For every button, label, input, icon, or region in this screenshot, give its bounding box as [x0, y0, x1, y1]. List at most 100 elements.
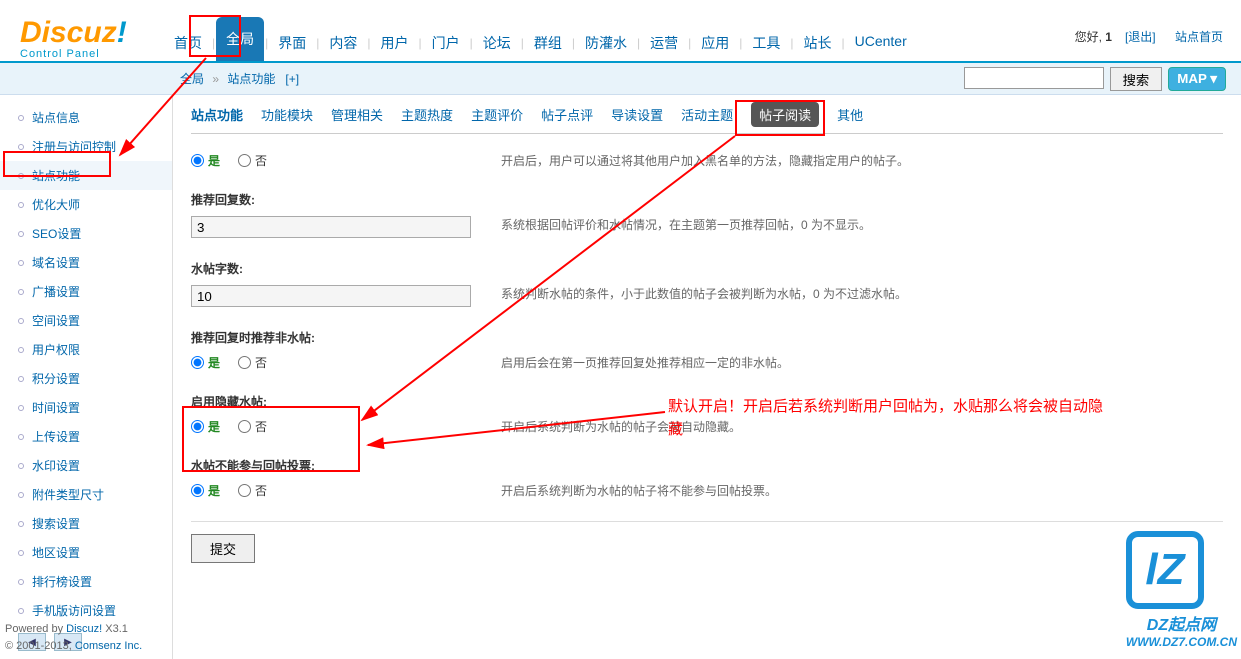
main-content: 站点功能功能模块管理相关主题热度主题评价帖子点评导读设置活动主题帖子阅读其他 是…: [173, 95, 1241, 659]
footer-discuz-link[interactable]: Discuz!: [66, 623, 102, 635]
sidebar-item-label: 广播设置: [32, 283, 80, 300]
sidebar-item-label: 水印设置: [32, 457, 80, 474]
bullet-icon: [18, 521, 24, 527]
label-reply-count: 推荐回复数:: [191, 191, 1223, 208]
sidebar: 站点信息注册与访问控制站点功能优化大师SEO设置域名设置广播设置空间设置用户权限…: [0, 95, 173, 659]
greeting: 您好,: [1075, 30, 1106, 44]
search-button[interactable]: 搜索: [1110, 67, 1163, 91]
map-button[interactable]: MAP ▾: [1168, 67, 1226, 91]
sub-tab[interactable]: 帖子阅读: [751, 102, 819, 127]
radio-no[interactable]: 否: [238, 418, 267, 435]
main-nav-item[interactable]: 应用: [692, 25, 738, 61]
sidebar-item[interactable]: 水印设置: [0, 451, 172, 480]
sidebar-item-label: 附件类型尺寸: [32, 486, 104, 503]
main-nav-item[interactable]: 用户: [372, 25, 418, 61]
search-area: 搜索 MAP ▾: [964, 67, 1226, 91]
main-nav-item[interactable]: 防灌水: [576, 25, 636, 61]
sidebar-item[interactable]: 站点信息: [0, 103, 172, 132]
sidebar-item-label: 域名设置: [32, 254, 80, 271]
crumb-2[interactable]: 站点功能: [227, 72, 275, 86]
sub-tab[interactable]: 管理相关: [331, 105, 383, 127]
radio-no[interactable]: 否: [238, 482, 267, 499]
bullet-icon: [18, 231, 24, 237]
sidebar-item[interactable]: 域名设置: [0, 248, 172, 277]
bullet-icon: [18, 579, 24, 585]
sub-tab[interactable]: 导读设置: [611, 105, 663, 127]
sidebar-item-label: 搜索设置: [32, 515, 80, 532]
sidebar-item[interactable]: 用户权限: [0, 335, 172, 364]
sidebar-item[interactable]: 地区设置: [0, 538, 172, 567]
sidebar-item-label: 站点功能: [32, 167, 80, 184]
breadcrumb-bar: 全局 » 站点功能 [+] 搜索 MAP ▾: [0, 63, 1241, 95]
form-row-recommend-nonwater: 推荐回复时推荐非水帖: 是 否 启用后会在第一页推荐回复处推荐相应一定的非水帖。: [191, 329, 1223, 371]
site-home-link[interactable]: 站点首页: [1175, 30, 1223, 44]
container: 站点信息注册与访问控制站点功能优化大师SEO设置域名设置广播设置空间设置用户权限…: [0, 95, 1241, 659]
main-nav-item[interactable]: 全局: [216, 17, 264, 61]
sidebar-item[interactable]: 优化大师: [0, 190, 172, 219]
submit-button[interactable]: 提交: [191, 534, 255, 563]
sub-tab[interactable]: 站点功能: [191, 105, 243, 127]
desc-reply-count: 系统根据回帖评价和水帖情况，在主题第一页推荐回帖，0 为不显示。: [501, 216, 1223, 233]
radio-yes[interactable]: 是: [191, 482, 220, 499]
bullet-icon: [18, 318, 24, 324]
main-nav-item[interactable]: UCenter: [846, 25, 916, 61]
main-nav-item[interactable]: 论坛: [474, 25, 520, 61]
sidebar-item[interactable]: 广播设置: [0, 277, 172, 306]
sidebar-item[interactable]: 空间设置: [0, 306, 172, 335]
bullet-icon: [18, 492, 24, 498]
bullet-icon: [18, 289, 24, 295]
sidebar-item[interactable]: 积分设置: [0, 364, 172, 393]
footer-comsenz-link[interactable]: Comsenz Inc.: [75, 640, 142, 652]
sidebar-item[interactable]: 时间设置: [0, 393, 172, 422]
sub-tab[interactable]: 其他: [837, 105, 863, 127]
form-row-water-vote: 水帖不能参与回帖投票: 是 否 开启后系统判断为水帖的帖子将不能参与回帖投票。: [191, 457, 1223, 499]
sidebar-item-label: 用户权限: [32, 341, 80, 358]
radio-no[interactable]: 否: [238, 354, 267, 371]
sidebar-item-label: 手机版访问设置: [32, 602, 116, 619]
header-right: 您好, 1 [退出] 站点首页: [1075, 28, 1226, 45]
main-nav-item[interactable]: 工具: [743, 25, 789, 61]
sub-tab[interactable]: 主题评价: [471, 105, 523, 127]
radio-group-blacklist: 是 否: [191, 152, 501, 169]
sub-tab[interactable]: 主题热度: [401, 105, 453, 127]
sub-tab[interactable]: 帖子点评: [541, 105, 593, 127]
radio-yes[interactable]: 是: [191, 418, 220, 435]
logo-text: Discuz: [20, 16, 117, 49]
crumb-1[interactable]: 全局: [180, 72, 204, 86]
sidebar-item[interactable]: 站点功能: [0, 161, 172, 190]
sidebar-item[interactable]: SEO设置: [0, 219, 172, 248]
sidebar-item[interactable]: 上传设置: [0, 422, 172, 451]
sub-tab[interactable]: 活动主题: [681, 105, 733, 127]
main-nav-item[interactable]: 首页: [165, 25, 211, 61]
desc-water-words: 系统判断水帖的条件，小于此数值的帖子会被判断为水帖，0 为不过滤水帖。: [501, 285, 1223, 302]
main-nav: 首页|全局|界面|内容|用户|门户|论坛|群组|防灌水|运营|应用|工具|站长|…: [165, 25, 916, 61]
sub-tab[interactable]: 功能模块: [261, 105, 313, 127]
search-input[interactable]: [964, 67, 1104, 89]
input-reply-count[interactable]: [191, 216, 471, 238]
main-nav-item[interactable]: 运营: [641, 25, 687, 61]
form-row-reply-count: 推荐回复数: 系统根据回帖评价和水帖情况，在主题第一页推荐回帖，0 为不显示。: [191, 191, 1223, 238]
main-nav-item[interactable]: 站长: [795, 25, 841, 61]
radio-yes[interactable]: 是: [191, 354, 220, 371]
main-nav-item[interactable]: 内容: [320, 25, 366, 61]
sidebar-item[interactable]: 搜索设置: [0, 509, 172, 538]
footer: Powered by Discuz! X3.1 © 2001-2013, Com…: [5, 621, 142, 654]
main-nav-item[interactable]: 界面: [269, 25, 315, 61]
sidebar-item-label: 时间设置: [32, 399, 80, 416]
radio-yes[interactable]: 是: [191, 152, 220, 169]
watermark-logo: lZ: [1126, 531, 1204, 609]
crumb-sep: »: [212, 72, 219, 86]
input-water-words[interactable]: [191, 285, 471, 307]
radio-no[interactable]: 否: [238, 152, 267, 169]
logout-link[interactable]: [退出]: [1125, 30, 1156, 44]
sidebar-item[interactable]: 附件类型尺寸: [0, 480, 172, 509]
sidebar-item-label: 站点信息: [32, 109, 80, 126]
crumb-plus[interactable]: [+]: [285, 72, 299, 86]
main-nav-item[interactable]: 门户: [423, 25, 469, 61]
desc-water-vote: 开启后系统判断为水帖的帖子将不能参与回帖投票。: [501, 482, 1223, 499]
header: Discuz! Control Panel 首页|全局|界面|内容|用户|门户|…: [0, 0, 1241, 63]
main-nav-item[interactable]: 群组: [525, 25, 571, 61]
sidebar-item[interactable]: 排行榜设置: [0, 567, 172, 596]
sidebar-item[interactable]: 注册与访问控制: [0, 132, 172, 161]
sidebar-item-label: 空间设置: [32, 312, 80, 329]
